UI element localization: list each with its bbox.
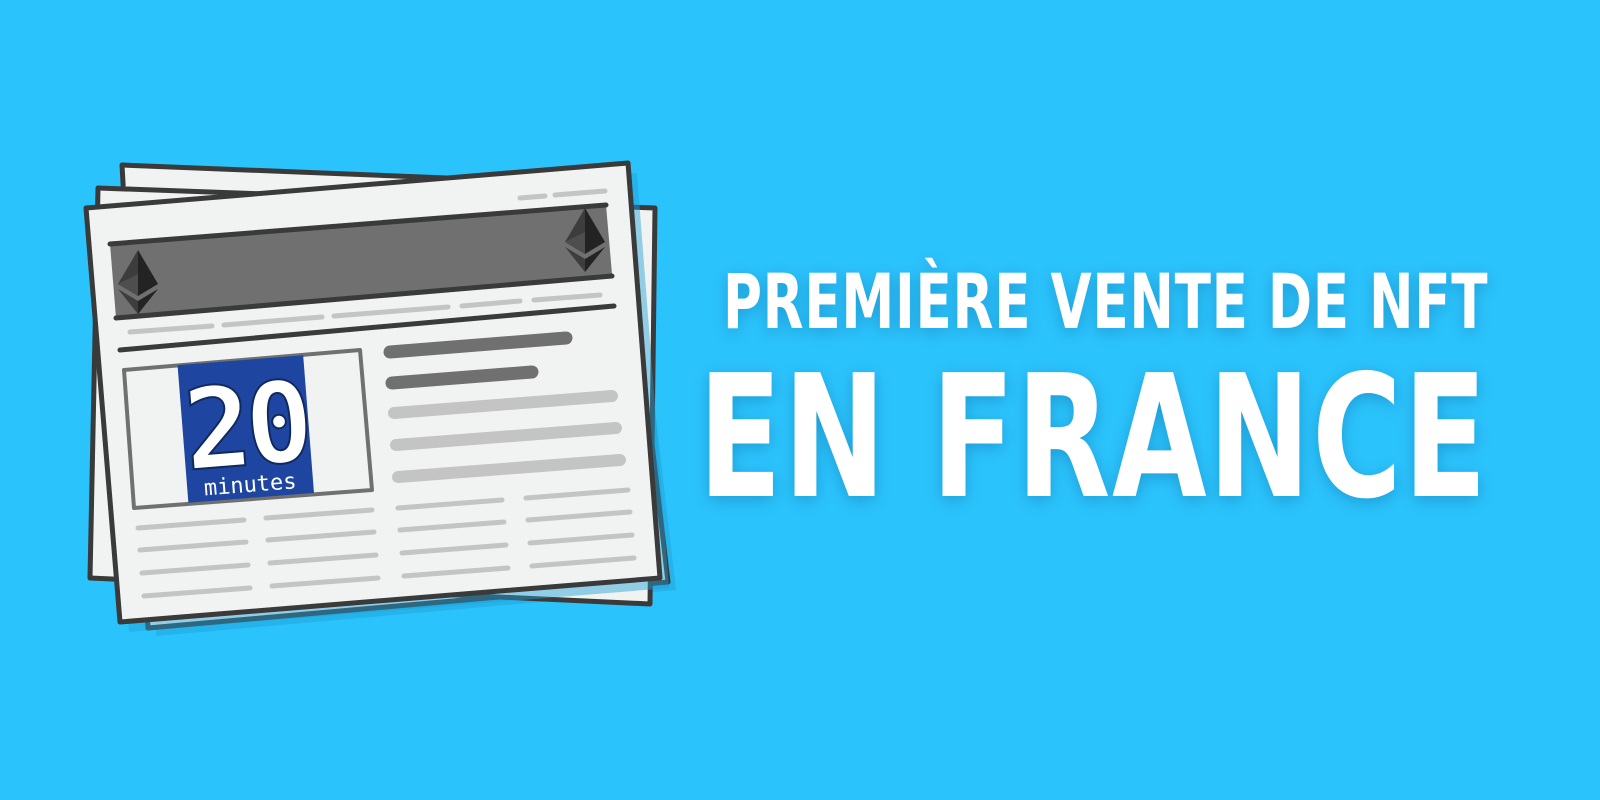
headline-line-1: PREMIÈRE VENTE DE NFT	[722, 257, 1488, 346]
20-minutes-logo: 20 minutes	[177, 355, 314, 503]
newspaper-illustration: 20 minutes	[83, 160, 676, 636]
headline-line-2: EN FRANCE	[697, 339, 1488, 537]
newspaper-front-sheet: 20 minutes	[83, 160, 669, 632]
article-image-box: 20 minutes	[122, 348, 374, 510]
